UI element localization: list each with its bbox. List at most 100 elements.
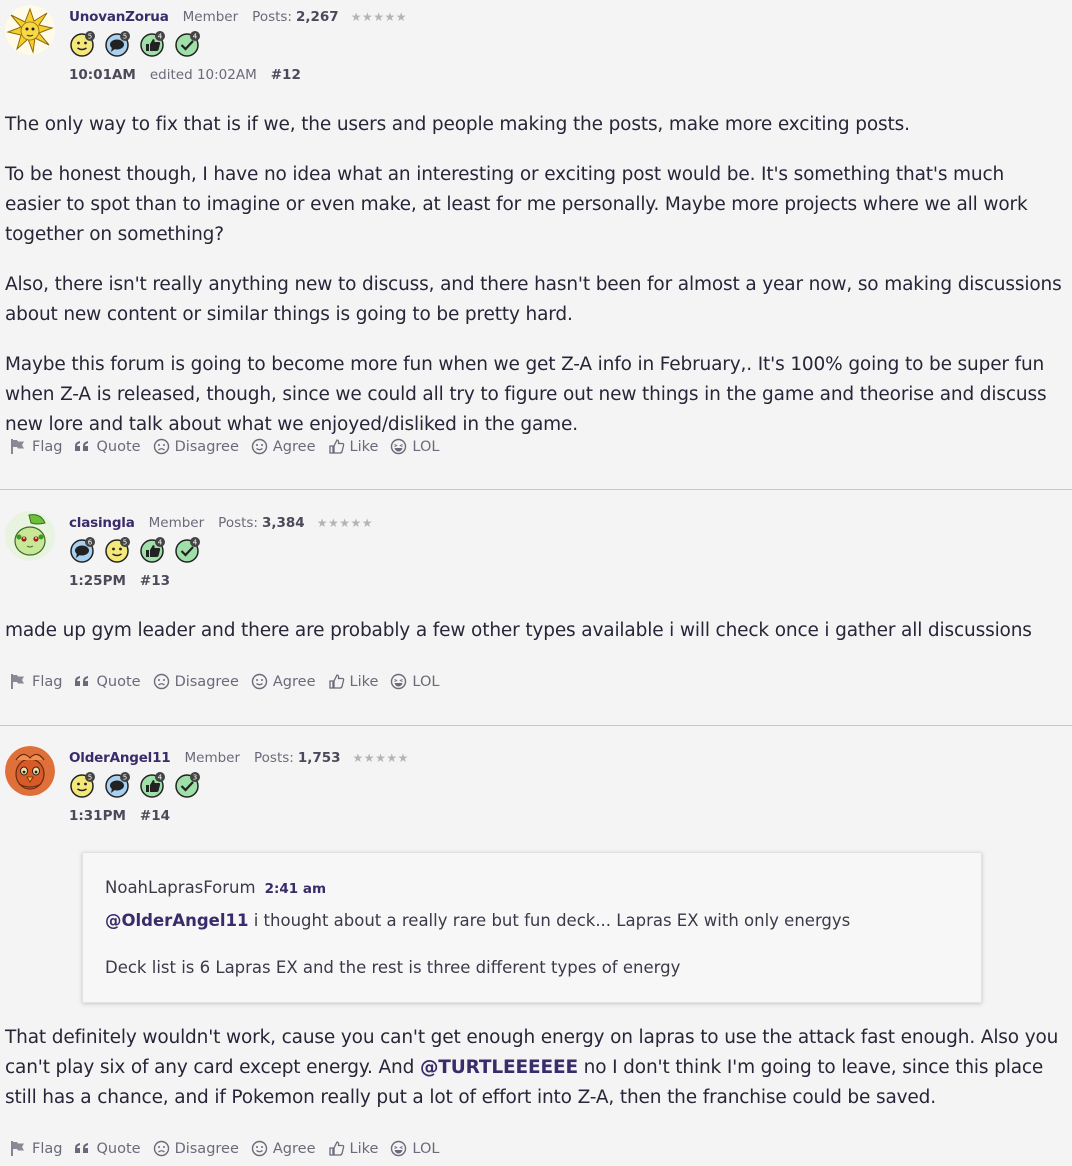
thumbs-up-badge-icon[interactable]: 4 xyxy=(139,536,167,564)
user-role: Member xyxy=(182,9,239,25)
svg-text:6: 6 xyxy=(88,539,93,547)
thumbs-up-icon xyxy=(328,438,345,455)
laugh-icon xyxy=(390,673,407,690)
smile-icon xyxy=(251,1140,268,1157)
posts-count: 3,384 xyxy=(261,515,305,531)
like-button[interactable]: Like xyxy=(328,1140,378,1157)
paragraph: The only way to fix that is if we, the u… xyxy=(5,114,910,135)
svg-text:4: 4 xyxy=(158,539,163,547)
like-button[interactable]: Like xyxy=(328,438,378,455)
quote-icon xyxy=(74,673,91,690)
posts-label: Posts: xyxy=(218,515,258,531)
post-number[interactable]: #13 xyxy=(140,573,170,589)
avatar[interactable] xyxy=(5,746,55,796)
flag-button[interactable]: Flag xyxy=(10,1140,62,1157)
avatar[interactable] xyxy=(5,5,55,55)
post-body: That definitely wouldn't work, cause you… xyxy=(5,1023,1065,1133)
disagree-button[interactable]: Disagree xyxy=(153,673,239,690)
badge-row: 5 5 4 3 xyxy=(69,771,202,799)
svg-text:4: 4 xyxy=(193,33,198,41)
post-timestamp: 1:31PM #14 xyxy=(69,808,170,824)
smiley-badge-icon[interactable]: 5 xyxy=(69,30,97,58)
quote-icon xyxy=(74,1140,91,1157)
fletchinder-avatar-icon xyxy=(5,746,55,796)
lol-button[interactable]: LOL xyxy=(390,1140,439,1157)
post-number[interactable]: #14 xyxy=(140,808,170,824)
frown-icon xyxy=(153,1140,170,1157)
flag-icon xyxy=(10,673,27,690)
post-13: clasingla Member Posts: 3,384 ★★★★★ 6 5 … xyxy=(0,506,1072,724)
badge-row: 6 5 4 4 xyxy=(69,536,202,564)
posts-count: 1,753 xyxy=(297,750,341,766)
check-badge-icon[interactable]: 4 xyxy=(174,30,202,58)
flag-button[interactable]: Flag xyxy=(10,673,62,690)
check-badge-icon[interactable]: 3 xyxy=(174,771,202,799)
reaction-bar: Flag Quote Disagree Agree Like LOL xyxy=(10,673,451,690)
check-badge-icon[interactable]: 4 xyxy=(174,536,202,564)
quote-button[interactable]: Quote xyxy=(74,673,141,690)
thumbs-up-badge-icon[interactable]: 4 xyxy=(139,771,167,799)
post-divider xyxy=(0,725,1072,726)
flag-icon xyxy=(10,1140,27,1157)
quote-author[interactable]: NoahLaprasForum xyxy=(105,878,256,897)
reaction-bar: Flag Quote Disagree Agree Like LOL xyxy=(10,1140,451,1157)
lol-button[interactable]: LOL xyxy=(390,438,439,455)
quote-button[interactable]: Quote xyxy=(74,438,141,455)
post-body: made up gym leader and there are probabl… xyxy=(5,616,1065,666)
thumbs-up-icon xyxy=(328,1140,345,1157)
chikorita-avatar-icon xyxy=(5,511,55,561)
paragraph: That definitely wouldn't work, cause you… xyxy=(5,1023,1065,1113)
like-button[interactable]: Like xyxy=(328,673,378,690)
disagree-button[interactable]: Disagree xyxy=(153,438,239,455)
agree-button[interactable]: Agree xyxy=(251,673,316,690)
smiley-badge-icon[interactable]: 5 xyxy=(69,771,97,799)
post-time[interactable]: 1:25PM xyxy=(69,573,126,589)
post-number[interactable]: #12 xyxy=(271,67,301,83)
flag-button[interactable]: Flag xyxy=(10,438,62,455)
post-timestamp: 10:01AM edited 10:02AM #12 xyxy=(69,67,301,83)
agree-button[interactable]: Agree xyxy=(251,438,316,455)
quote-time: 2:41 am xyxy=(264,881,327,897)
comment-badge-icon[interactable]: 5 xyxy=(104,771,132,799)
paragraph: made up gym leader and there are probabl… xyxy=(5,620,1032,641)
quote-button[interactable]: Quote xyxy=(74,1140,141,1157)
quote-icon xyxy=(74,438,91,455)
disagree-button[interactable]: Disagree xyxy=(153,1140,239,1157)
post-divider xyxy=(0,489,1072,490)
quote-text-rest: i thought about a really rare but fun de… xyxy=(248,911,851,930)
mention-link[interactable]: @OlderAngel11 xyxy=(105,911,248,930)
agree-button[interactable]: Agree xyxy=(251,1140,316,1157)
post-12: UnovanZorua Member Posts: 2,267 ★★★★★ 5 … xyxy=(0,0,1072,488)
jolteon-avatar-icon xyxy=(5,5,55,55)
username[interactable]: UnovanZorua xyxy=(69,9,169,25)
post-meta: UnovanZorua Member Posts: 2,267 ★★★★★ xyxy=(69,9,407,25)
username[interactable]: OlderAngel11 xyxy=(69,750,171,766)
post-meta: OlderAngel11 Member Posts: 1,753 ★★★★★ xyxy=(69,750,409,766)
laugh-icon xyxy=(390,438,407,455)
thumbs-up-badge-icon[interactable]: 4 xyxy=(139,30,167,58)
svg-text:5: 5 xyxy=(88,33,92,41)
flag-icon xyxy=(10,438,27,455)
post-timestamp: 1:25PM #13 xyxy=(69,573,170,589)
comment-badge-icon[interactable]: 6 xyxy=(69,536,97,564)
mention-link[interactable]: @TURTLEEEEEE xyxy=(420,1057,578,1078)
username[interactable]: clasingla xyxy=(69,515,135,531)
svg-text:5: 5 xyxy=(123,33,127,41)
user-role: Member xyxy=(184,750,241,766)
post-time[interactable]: 1:31PM xyxy=(69,808,126,824)
thumbs-up-icon xyxy=(328,673,345,690)
quote-block: NoahLaprasForum 2:41 am @OlderAngel11 i … xyxy=(82,852,982,1003)
avatar[interactable] xyxy=(5,511,55,561)
quote-header: NoahLaprasForum 2:41 am xyxy=(105,878,326,897)
svg-text:5: 5 xyxy=(88,774,92,782)
svg-text:4: 4 xyxy=(158,774,163,782)
svg-text:4: 4 xyxy=(193,539,198,547)
post-time[interactable]: 10:01AM xyxy=(69,67,136,83)
smiley-badge-icon[interactable]: 5 xyxy=(104,536,132,564)
frown-icon xyxy=(153,673,170,690)
quote-text: Deck list is 6 Lapras EX and the rest is… xyxy=(105,958,681,977)
comment-badge-icon[interactable]: 5 xyxy=(104,30,132,58)
paragraph: Maybe this forum is going to become more… xyxy=(5,354,1047,435)
lol-button[interactable]: LOL xyxy=(390,673,439,690)
paragraph: To be honest though, I have no idea what… xyxy=(5,164,1028,245)
